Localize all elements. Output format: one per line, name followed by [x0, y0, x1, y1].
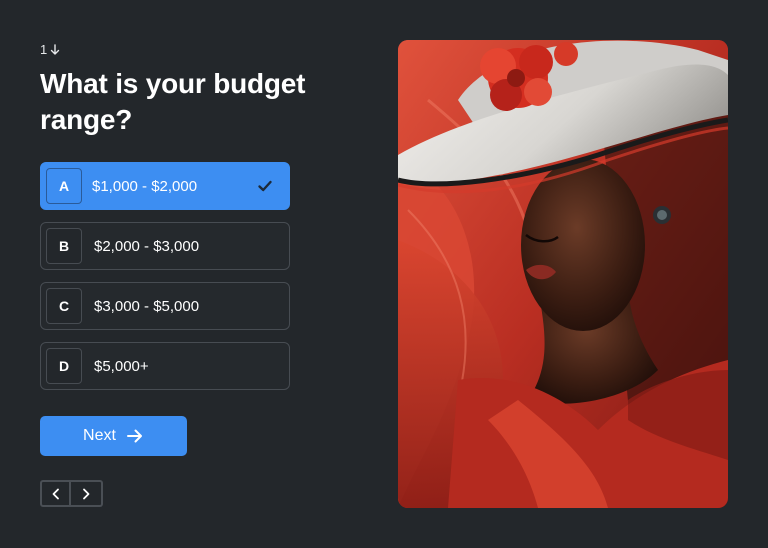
question-number: 1 [40, 42, 61, 57]
option-label: $3,000 - $5,000 [94, 297, 200, 315]
checkmark-icon [258, 180, 272, 192]
pagination [40, 480, 103, 507]
question-number-text: 1 [40, 42, 48, 57]
previous-question-button[interactable] [40, 480, 71, 507]
portrait-image [398, 40, 728, 508]
portrait-illustration [398, 40, 728, 508]
arrow-right-icon [126, 429, 142, 443]
option-key: C [46, 288, 82, 324]
next-button-label: Next [83, 427, 116, 444]
option-a[interactable]: A $1,000 - $2,000 [40, 162, 290, 210]
question-title: What is your budget range? [40, 68, 306, 135]
arrow-down-icon [51, 43, 60, 55]
option-label: $1,000 - $2,000 [92, 177, 198, 195]
next-button[interactable]: Next [40, 416, 187, 456]
chevron-left-icon [52, 488, 59, 499]
option-b[interactable]: B $2,000 - $3,000 [40, 222, 290, 270]
next-question-button[interactable] [71, 480, 103, 507]
option-c[interactable]: C $3,000 - $5,000 [40, 282, 290, 330]
option-label: $2,000 - $3,000 [94, 237, 200, 255]
option-d[interactable]: D $5,000+ [40, 342, 290, 390]
option-key: B [46, 228, 82, 264]
option-key: D [46, 348, 82, 384]
answer-options: A $1,000 - $2,000 B $2,000 - $3,000 C $3… [40, 162, 290, 402]
option-label: $5,000+ [94, 357, 149, 375]
option-key: A [46, 168, 82, 204]
chevron-right-icon [83, 488, 90, 499]
